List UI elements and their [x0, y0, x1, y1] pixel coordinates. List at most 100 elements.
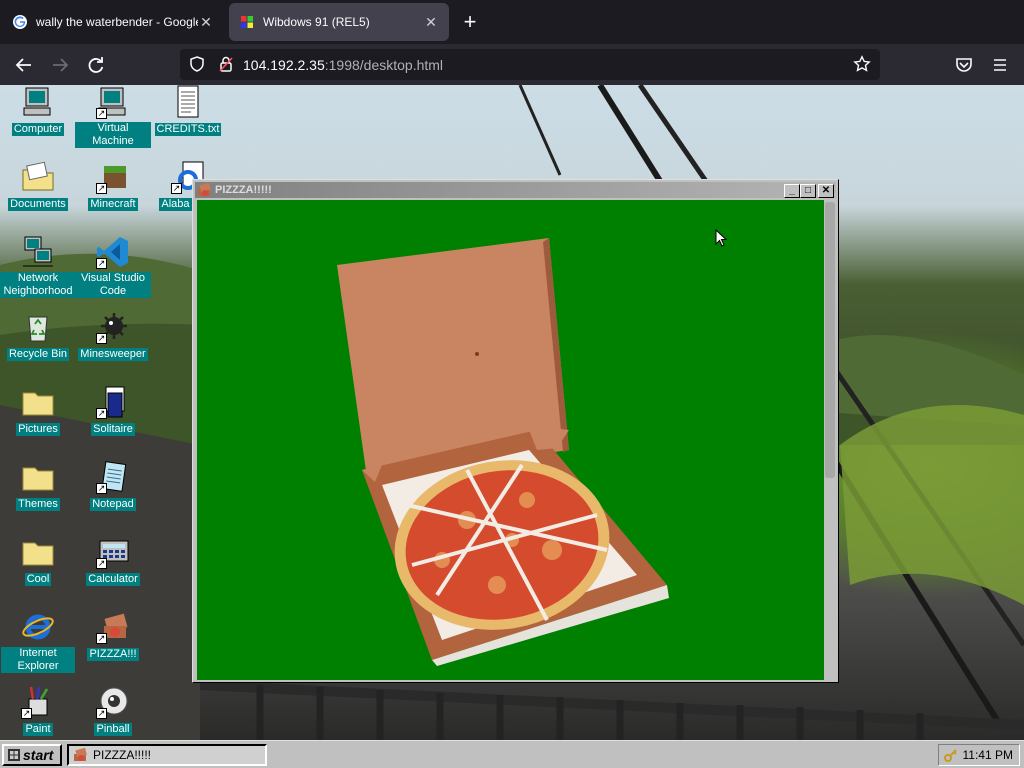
tab-close-icon[interactable]: ✕ — [423, 14, 439, 31]
hamburger-menu-icon — [994, 59, 1006, 71]
taskbar: start PIZZZA!!!!! 11:41 PM — [0, 740, 1024, 768]
system-tray: 11:41 PM — [938, 744, 1020, 766]
icon-label: Recycle Bin — [6, 348, 70, 361]
folder-icon — [22, 392, 54, 416]
url-bar[interactable]: 104.192.2.35:1998/desktop.html — [180, 49, 880, 80]
tab-wibdows[interactable]: Wibdows 91 (REL5) ✕ — [229, 3, 449, 41]
forward-arrow-icon — [53, 58, 69, 72]
url-host: 104.192.2.35 — [243, 57, 325, 73]
desktop-icon-pinball[interactable]: ↗ Pinball — [75, 685, 151, 737]
computer-icon — [23, 87, 51, 116]
pocket-button[interactable] — [949, 50, 979, 80]
desktop-icon-calculator[interactable]: ↗ Calculator — [75, 535, 151, 587]
shortcut-arrow-icon: ↗ — [96, 558, 107, 569]
desktop-icon-internet-explorer[interactable]: Internet Explorer — [0, 610, 76, 674]
shield-icon[interactable] — [188, 55, 206, 73]
text-file-icon — [177, 85, 199, 118]
desktop-icon-vscode[interactable]: ↗ Visual Studio Code — [75, 235, 151, 299]
key-icon[interactable] — [944, 748, 958, 762]
reload-button[interactable] — [81, 50, 111, 80]
icon-label: Internet Explorer — [1, 647, 75, 673]
network-icon — [23, 236, 53, 267]
scrollbar-thumb[interactable] — [825, 202, 835, 478]
bookmark-star-icon[interactable] — [853, 55, 871, 73]
icon-label: Minesweeper — [78, 348, 148, 361]
back-button[interactable] — [9, 50, 39, 80]
pocket-icon — [956, 58, 972, 72]
desktop-icon-documents[interactable]: Documents — [0, 160, 76, 212]
start-button[interactable]: start — [2, 744, 62, 766]
desktop-icon-themes[interactable]: Themes — [0, 460, 76, 512]
shortcut-arrow-icon: ↗ — [21, 708, 32, 719]
icon-label: Calculator — [86, 573, 140, 586]
pizza-box-image — [337, 238, 669, 666]
maximize-button[interactable]: □ — [800, 184, 816, 198]
shortcut-arrow-icon: ↗ — [96, 408, 107, 419]
desktop-icon-minecraft[interactable]: ↗ Minecraft — [75, 160, 151, 212]
desktop-icon-pizzza[interactable]: ↗ PIZZZA!!! — [75, 610, 151, 662]
icon-label: Paint — [23, 723, 53, 736]
icon-label: Notepad — [90, 498, 136, 511]
menu-button[interactable] — [985, 50, 1015, 80]
folder-documents-icon — [22, 161, 54, 191]
forward-button[interactable] — [45, 50, 75, 80]
reload-icon — [88, 57, 104, 73]
tab-close-icon[interactable]: ✕ — [198, 14, 214, 31]
desktop-icon-cool[interactable]: Cool — [0, 535, 76, 587]
windows-logo-icon — [241, 16, 253, 28]
url-text[interactable]: 104.192.2.35:1998/desktop.html — [243, 57, 443, 73]
shortcut-arrow-icon: ↗ — [96, 258, 107, 269]
tab-title: Wibdows 91 (REL5) — [263, 15, 370, 29]
clock[interactable]: 11:41 PM — [963, 745, 1013, 765]
folder-icon — [22, 467, 54, 491]
desktop-icon-pictures[interactable]: Pictures — [0, 385, 76, 437]
taskbar-item-label: PIZZZA!!!!! — [93, 748, 152, 762]
tab-title: wally the waterbender - Google — [36, 15, 198, 29]
mouse-cursor-icon — [715, 229, 727, 247]
desktop-icon-recycle-bin[interactable]: Recycle Bin — [0, 310, 76, 362]
close-button[interactable]: ✕ — [818, 184, 834, 198]
recycle-bin-icon — [28, 316, 48, 342]
shortcut-arrow-icon: ↗ — [96, 708, 107, 719]
shortcut-arrow-icon: ↗ — [96, 483, 107, 494]
icon-label: Pictures — [16, 423, 60, 436]
icon-label: Virtual Machine — [75, 122, 151, 148]
taskbar-item-pizzza[interactable]: PIZZZA!!!!! — [67, 744, 267, 766]
back-arrow-icon — [15, 58, 31, 72]
icon-label: Pinball — [94, 723, 132, 736]
window-title-bar[interactable]: PIZZZA!!!!! _ □ ✕ — [195, 182, 836, 198]
pizza-icon — [74, 748, 87, 761]
new-tab-button[interactable]: + — [458, 8, 482, 36]
desktop-icon-computer[interactable]: Computer — [0, 85, 76, 137]
shortcut-arrow-icon: ↗ — [96, 108, 107, 119]
insecure-lock-icon[interactable] — [217, 55, 235, 73]
window-title: PIZZZA!!!!! — [215, 184, 272, 196]
pizzza-window[interactable]: PIZZZA!!!!! _ □ ✕ — [192, 179, 839, 683]
shortcut-arrow-icon: ↗ — [96, 633, 107, 644]
desktop-icon-minesweeper[interactable]: ↗ Minesweeper — [75, 310, 151, 362]
desktop-icon-solitaire[interactable]: ↗ Solitaire — [75, 385, 151, 437]
icon-label: Documents — [8, 198, 68, 211]
desktop-icon-notepad[interactable]: ↗ Notepad — [75, 460, 151, 512]
desktop-icon-paint[interactable]: ↗ Paint — [0, 685, 76, 737]
icon-label: Minecraft — [88, 198, 138, 211]
start-label: start — [23, 747, 54, 763]
window-scrollbar[interactable] — [824, 200, 836, 680]
folder-icon — [22, 542, 54, 566]
pizza-icon — [198, 183, 211, 196]
desktop-icon-credits[interactable]: CREDITS.txt — [150, 85, 226, 137]
browser-nav-bar: 104.192.2.35:1998/desktop.html — [0, 44, 1024, 85]
minimize-button[interactable]: _ — [784, 184, 800, 198]
url-path: :1998/desktop.html — [324, 57, 444, 73]
google-icon — [13, 15, 27, 29]
shortcut-arrow-icon: ↗ — [96, 183, 107, 194]
desktop-icon-virtual-machine[interactable]: ↗ Virtual Machine — [75, 85, 151, 149]
icon-label: Themes — [16, 498, 60, 511]
icon-label: Visual Studio Code — [75, 272, 151, 298]
window-content — [197, 200, 825, 680]
desktop-icon-network-neighborhood[interactable]: Network Neighborhood — [0, 235, 76, 299]
shortcut-arrow-icon: ↗ — [96, 333, 107, 344]
icon-label: Solitaire — [91, 423, 135, 436]
internet-explorer-icon — [22, 614, 54, 640]
tab-google[interactable]: wally the waterbender - Google ✕ — [2, 3, 224, 41]
